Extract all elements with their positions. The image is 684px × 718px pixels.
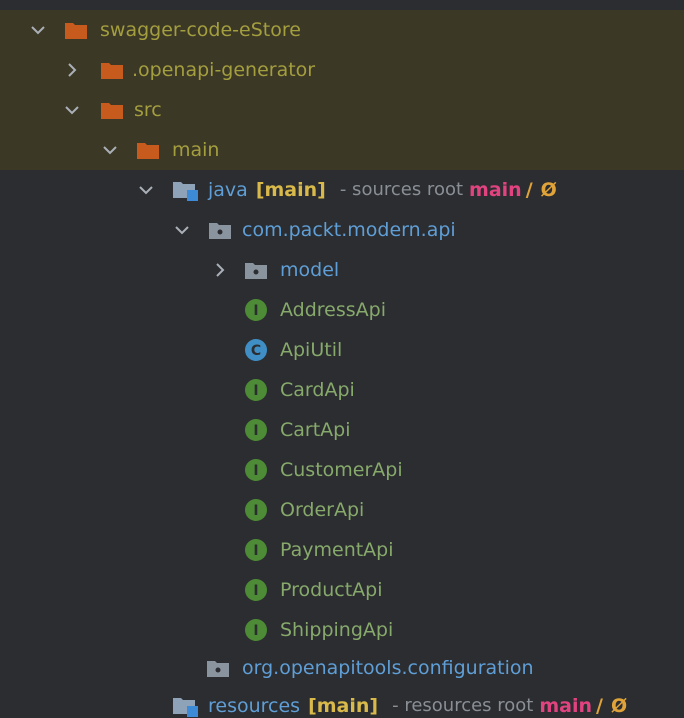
tree-label: resources	[208, 695, 301, 717]
source-set-tag: [main]	[308, 695, 379, 717]
interface-icon: I	[244, 490, 268, 530]
tree-row-package-config[interactable]: org.openapitools.configuration	[0, 648, 684, 688]
svg-text:I: I	[253, 583, 258, 599]
chevron-down-icon[interactable]	[62, 90, 82, 130]
tree-row-class[interactable]: I PaymentApi	[0, 530, 684, 570]
tree-label: src	[134, 99, 162, 121]
svg-text:I: I	[253, 543, 258, 559]
package-icon	[206, 648, 230, 688]
module-name: main	[469, 179, 522, 201]
resources-label-group: resources [main] - resources root main /…	[208, 686, 627, 718]
chevron-down-icon[interactable]	[172, 210, 192, 250]
tree-label: main	[172, 139, 220, 161]
chevron-down-icon[interactable]	[136, 170, 156, 210]
root-tag: - resources root	[392, 695, 534, 716]
tree-label: java	[208, 179, 248, 201]
svg-text:I: I	[253, 463, 258, 479]
tree-row-src[interactable]: src	[0, 90, 684, 130]
chevron-right-icon[interactable]	[210, 250, 230, 290]
tree-label: ApiUtil	[280, 339, 343, 361]
tree-label: ProductApi	[280, 579, 383, 601]
package-icon	[208, 210, 232, 250]
interface-icon: I	[244, 570, 268, 610]
null-symbol: Ø	[540, 179, 557, 201]
root-tag: - sources root	[339, 179, 464, 200]
tree-label: AddressApi	[280, 299, 387, 321]
tree-label: CartApi	[280, 419, 351, 441]
tree-row-class[interactable]: C ApiUtil	[0, 330, 684, 370]
tree-label: model	[280, 259, 340, 281]
tree-label: OrderApi	[280, 499, 365, 521]
path-separator: /	[525, 179, 533, 201]
tree-row-resources[interactable]: resources [main] - resources root main /…	[0, 686, 684, 718]
tree-row-class[interactable]: I CardApi	[0, 370, 684, 410]
tree-row-package-api[interactable]: com.packt.modern.api	[0, 210, 684, 250]
tree-label: CustomerApi	[280, 459, 403, 481]
package-icon	[244, 250, 268, 290]
null-symbol: Ø	[611, 695, 628, 717]
tree-label: PaymentApi	[280, 539, 394, 561]
project-tree: swagger-code-eStore .openapi-generator s…	[0, 0, 684, 718]
source-set-tag: [main]	[255, 179, 326, 201]
chevron-right-icon[interactable]	[62, 50, 82, 90]
tree-row-class[interactable]: I CartApi	[0, 410, 684, 450]
tree-row-class[interactable]: I ShippingApi	[0, 610, 684, 650]
tree-label: ShippingApi	[280, 619, 394, 641]
java-label-group: java [main] - sources root main / Ø	[208, 170, 557, 210]
source-folder-icon	[172, 170, 200, 210]
tree-row-class[interactable]: I ProductApi	[0, 570, 684, 610]
tree-row-class[interactable]: I CustomerApi	[0, 450, 684, 490]
path-separator: /	[596, 695, 603, 717]
tree-row-openapi-generator[interactable]: .openapi-generator	[0, 50, 684, 90]
class-icon: C	[244, 330, 268, 370]
svg-text:I: I	[253, 383, 258, 399]
tree-row-java[interactable]: java [main] - sources root main / Ø	[0, 170, 684, 210]
chevron-down-icon[interactable]	[28, 10, 48, 50]
tree-label: swagger-code-eStore	[100, 19, 301, 41]
folder-icon	[100, 90, 124, 130]
interface-icon: I	[244, 290, 268, 330]
tree-row-main[interactable]: main	[0, 130, 684, 170]
tree-row-class[interactable]: I OrderApi	[0, 490, 684, 530]
interface-icon: I	[244, 530, 268, 570]
tree-label: CardApi	[280, 379, 355, 401]
svg-text:I: I	[253, 623, 258, 639]
svg-text:I: I	[253, 423, 258, 439]
interface-icon: I	[244, 610, 268, 650]
tree-row-class[interactable]: I AddressApi	[0, 290, 684, 330]
tree-row-package-model[interactable]: model	[0, 250, 684, 290]
folder-icon	[100, 50, 124, 90]
interface-icon: I	[244, 370, 268, 410]
resources-folder-icon	[172, 686, 200, 718]
folder-icon	[136, 130, 160, 170]
chevron-down-icon[interactable]	[100, 130, 120, 170]
svg-text:I: I	[253, 503, 258, 519]
module-name: main	[539, 695, 593, 717]
tree-label: com.packt.modern.api	[242, 219, 456, 241]
svg-text:I: I	[253, 303, 258, 319]
interface-icon: I	[244, 410, 268, 450]
tree-row-root[interactable]: swagger-code-eStore	[0, 10, 684, 50]
folder-icon	[64, 10, 88, 50]
svg-text:C: C	[251, 343, 261, 359]
interface-icon: I	[244, 450, 268, 490]
tree-label: .openapi-generator	[132, 59, 316, 81]
tree-label: org.openapitools.configuration	[242, 657, 534, 679]
